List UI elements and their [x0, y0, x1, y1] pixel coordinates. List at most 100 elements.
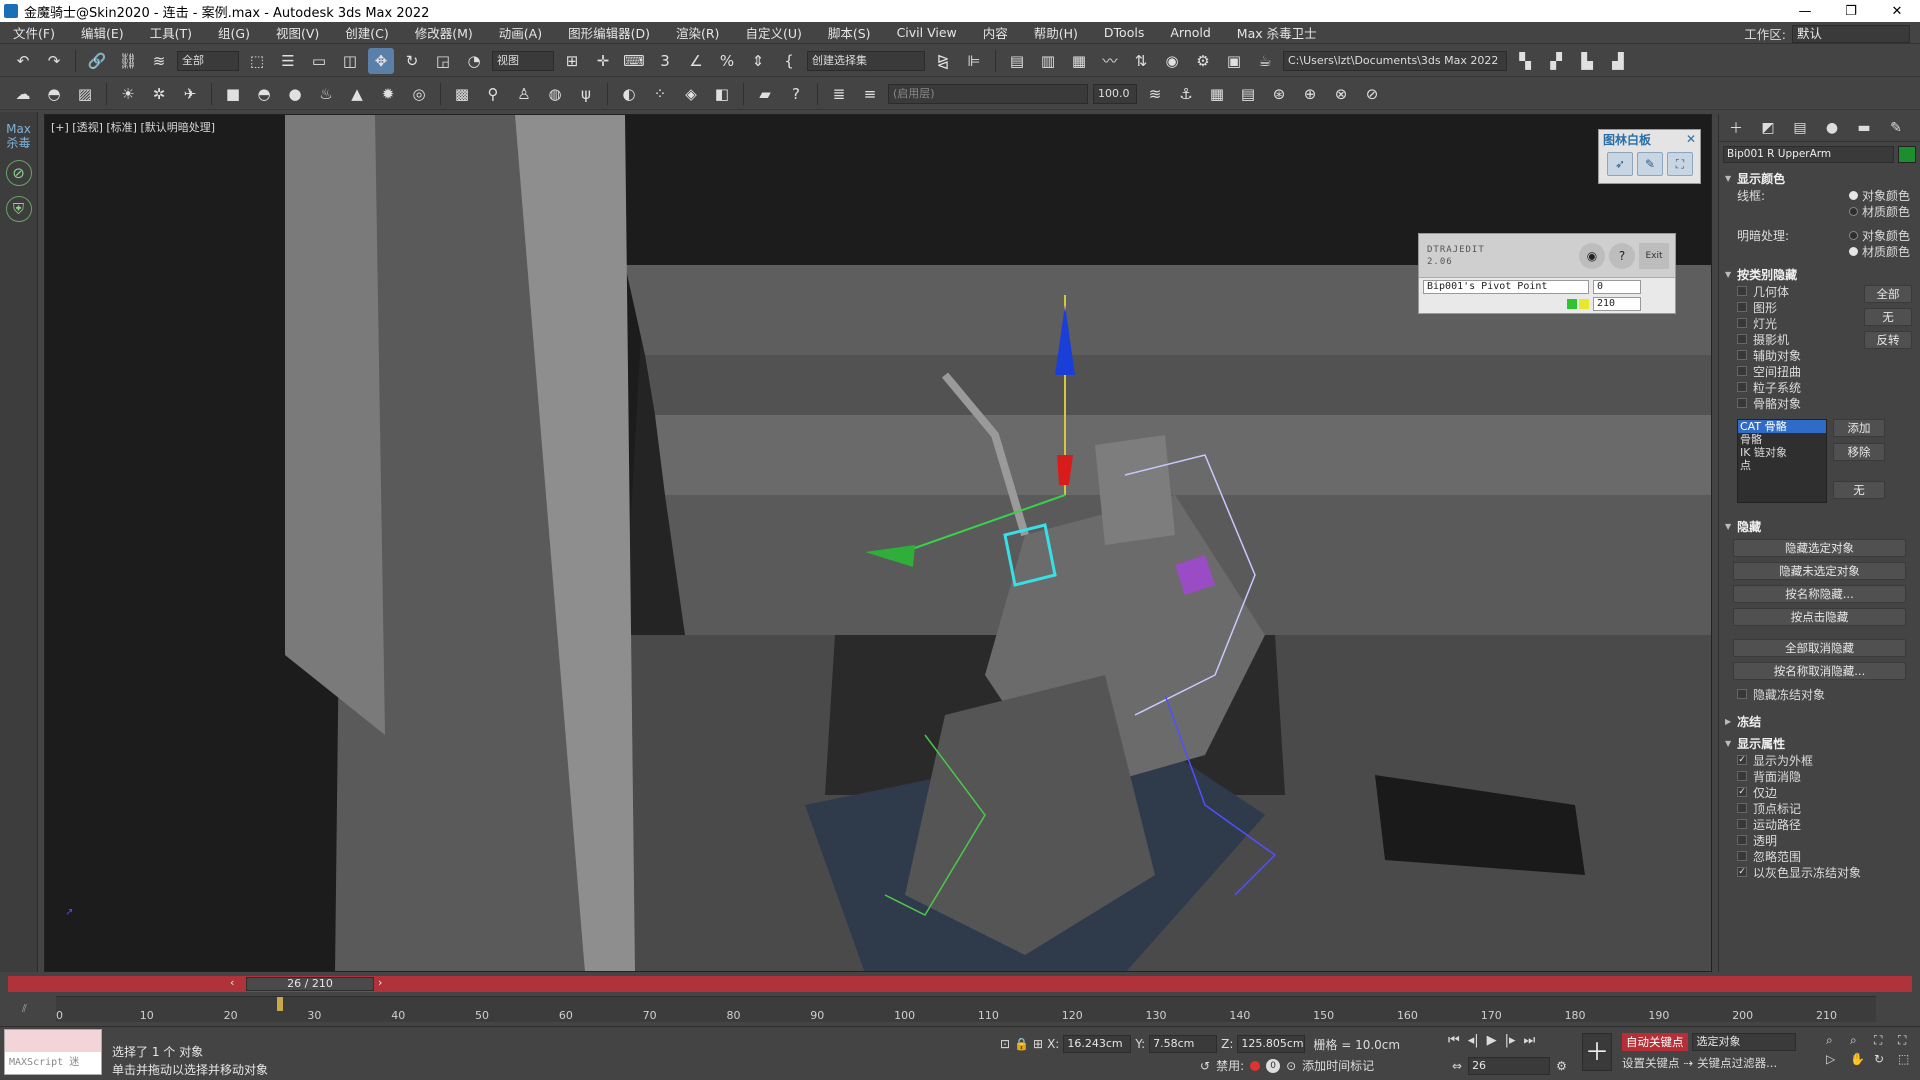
- unhide-all-button[interactable]: 全部取消隐藏: [1733, 639, 1906, 657]
- display-properties-rollout[interactable]: ▼ 显示属性: [1719, 734, 1920, 752]
- redo-icon[interactable]: ↷: [41, 48, 67, 74]
- display-prop-checkbox[interactable]: 忽略范围: [1719, 848, 1920, 864]
- tool-icon[interactable]: ⊗: [1328, 81, 1354, 107]
- menu-animation[interactable]: 动画(A): [486, 23, 555, 42]
- hide-frozen-checkbox[interactable]: 隐藏冻结对象: [1719, 686, 1920, 702]
- go-end-icon[interactable]: ⏭: [1524, 1033, 1536, 1048]
- wireframe-material-color-radio[interactable]: 材质颜色: [1848, 203, 1910, 220]
- coord-mode-icon[interactable]: ⊞: [1033, 1037, 1043, 1051]
- perspective-viewport[interactable]: [+] [透视] [标准] [默认明暗处理] ↗ 图林白板 ✕ ➶ ✎ ⛶ DT…: [44, 114, 1712, 972]
- key-filter-icon[interactable]: ⇢: [1684, 1056, 1694, 1070]
- menu-file[interactable]: 文件(F): [0, 23, 68, 42]
- list-item[interactable]: CAT 骨骼: [1738, 420, 1826, 433]
- transform-icon[interactable]: ⊕: [1297, 81, 1323, 107]
- menu-help[interactable]: 帮助(H): [1021, 23, 1091, 42]
- select-rotate-icon[interactable]: ↻: [399, 48, 425, 74]
- doc-icon[interactable]: ▤: [1235, 81, 1261, 107]
- menu-scripting[interactable]: 脚本(S): [815, 23, 884, 42]
- cloud-icon[interactable]: ☁: [10, 81, 36, 107]
- select-object-icon[interactable]: ⬚: [244, 48, 270, 74]
- bone-icon[interactable]: ⚲: [480, 81, 506, 107]
- cone-icon[interactable]: ▲: [344, 81, 370, 107]
- prev-key-icon[interactable]: ◂|: [1468, 1033, 1479, 1048]
- category-list[interactable]: CAT 骨骼 骨骼 IK 链对象 点: [1737, 419, 1827, 503]
- menu-views[interactable]: 视图(V): [263, 23, 332, 42]
- zoom-extents-all-icon[interactable]: ⛶: [1898, 1033, 1918, 1048]
- next-frame-icon[interactable]: ›: [378, 976, 382, 989]
- named-selection-dropdown[interactable]: 创建选择集: [807, 50, 925, 71]
- render-icon[interactable]: ◓: [41, 81, 67, 107]
- object-color-swatch[interactable]: [1898, 146, 1916, 163]
- stack-icon[interactable]: ≋: [1142, 81, 1168, 107]
- set-key-plus-icon[interactable]: ＋: [1582, 1033, 1612, 1071]
- absolute-mode-icon[interactable]: ⊡: [1000, 1037, 1010, 1051]
- pivot-field[interactable]: Bip001's Pivot Point: [1423, 279, 1589, 294]
- image-icon[interactable]: ▨: [72, 81, 98, 107]
- extra-icon[interactable]: ⊘: [1359, 81, 1385, 107]
- menu-content[interactable]: 内容: [970, 23, 1021, 42]
- schematic-view-icon[interactable]: ⇅: [1128, 48, 1154, 74]
- auto-key-button[interactable]: 自动关键点: [1622, 1033, 1688, 1051]
- project-path-dropdown[interactable]: C:\Users\lzt\Documents\3ds Max 2022: [1283, 50, 1507, 71]
- filter-icon[interactable]: ⫽: [22, 1002, 27, 1016]
- utilities-tab-icon[interactable]: ✎: [1885, 118, 1907, 138]
- light-lister-icon[interactable]: ☀: [115, 81, 141, 107]
- zoom-extents-icon[interactable]: ⛶: [1874, 1033, 1894, 1048]
- maximize-viewport-icon[interactable]: ⬚: [1898, 1052, 1918, 1066]
- keyboard-shortcut-icon[interactable]: ⌨: [621, 48, 647, 74]
- select-place-icon[interactable]: ◔: [461, 48, 487, 74]
- time-slider-track[interactable]: ‹ 26 / 210 ›: [8, 976, 1912, 992]
- go-start-icon[interactable]: ⏮: [1448, 1033, 1460, 1048]
- orbit-icon[interactable]: ↻: [1874, 1052, 1894, 1066]
- display-tab-icon[interactable]: ▬: [1853, 118, 1875, 138]
- select-by-name-icon[interactable]: ☰: [275, 48, 301, 74]
- hide-rollout[interactable]: ▼ 隐藏: [1719, 517, 1920, 535]
- display-prop-checkbox[interactable]: ✓ 仅边: [1719, 784, 1920, 800]
- menu-modifiers[interactable]: 修改器(M): [402, 23, 486, 42]
- menu-dtools[interactable]: DTools: [1091, 25, 1157, 40]
- category-shapes-checkbox[interactable]: 图形: [1719, 299, 1864, 315]
- percent-snap-icon[interactable]: %: [714, 48, 740, 74]
- close-button[interactable]: ✕: [1874, 0, 1920, 22]
- selected-objects-dropdown[interactable]: 选定对象: [1691, 1033, 1796, 1051]
- expand-icon[interactable]: ⛶: [1667, 152, 1693, 176]
- spinner-snap-icon[interactable]: ⇕: [745, 48, 771, 74]
- scan-icon[interactable]: ⊘: [5, 160, 32, 186]
- help-icon[interactable]: ?: [1609, 242, 1635, 269]
- batch-icon[interactable]: ▰: [752, 81, 778, 107]
- pivot-center-icon[interactable]: ⊞: [559, 48, 585, 74]
- wireframe-object-color-radio[interactable]: 对象颜色: [1848, 187, 1910, 204]
- toggle-ribbon-icon[interactable]: ▦: [1066, 48, 1092, 74]
- list-item[interactable]: 骨骼: [1738, 433, 1826, 446]
- sun-light-icon[interactable]: ✹: [375, 81, 401, 107]
- menu-create[interactable]: 创建(C): [332, 23, 401, 42]
- category-cameras-checkbox[interactable]: 摄影机: [1719, 331, 1864, 347]
- checkbox-icon[interactable]: ✓: [1737, 867, 1747, 877]
- zoom-icon[interactable]: ⌕: [1826, 1033, 1846, 1048]
- list-item[interactable]: 点: [1738, 459, 1826, 472]
- category-all-button[interactable]: 全部: [1864, 285, 1912, 303]
- current-frame-marker[interactable]: [276, 997, 283, 1011]
- hide-by-name-button[interactable]: 按名称隐藏...: [1733, 585, 1906, 603]
- category-list-none-button[interactable]: 无: [1833, 481, 1885, 499]
- next-key-icon[interactable]: |▸: [1505, 1033, 1516, 1048]
- checkbox-icon[interactable]: [1737, 835, 1747, 845]
- current-frame-field[interactable]: 26: [1468, 1057, 1551, 1075]
- record-icon[interactable]: [1250, 1060, 1261, 1071]
- menu-max-antivirus[interactable]: Max 杀毒卫士: [1224, 23, 1330, 42]
- teapot-icon[interactable]: ♨: [313, 81, 339, 107]
- plugin-icon[interactable]: ◈: [678, 81, 704, 107]
- select-manipulate-icon[interactable]: ✛: [590, 48, 616, 74]
- category-bones-checkbox[interactable]: 骨骼对象: [1719, 395, 1864, 411]
- render-setup-icon[interactable]: ⚙: [1190, 48, 1216, 74]
- edit-named-selection-icon[interactable]: {: [776, 48, 802, 74]
- display-prop-checkbox[interactable]: 背面消隐: [1719, 768, 1920, 784]
- time-tag-icon[interactable]: ⊙: [1286, 1059, 1296, 1073]
- list-item[interactable]: IK 链对象: [1738, 446, 1826, 459]
- render-elements-icon[interactable]: ◧: [709, 81, 735, 107]
- display-prop-checkbox[interactable]: 顶点标记: [1719, 800, 1920, 816]
- rendered-frame-icon[interactable]: ▣: [1221, 48, 1247, 74]
- key-mode-icon[interactable]: ⚙: [1556, 1059, 1567, 1073]
- mesh-icon[interactable]: ▩: [449, 81, 475, 107]
- select-move-icon[interactable]: ✥: [368, 47, 394, 74]
